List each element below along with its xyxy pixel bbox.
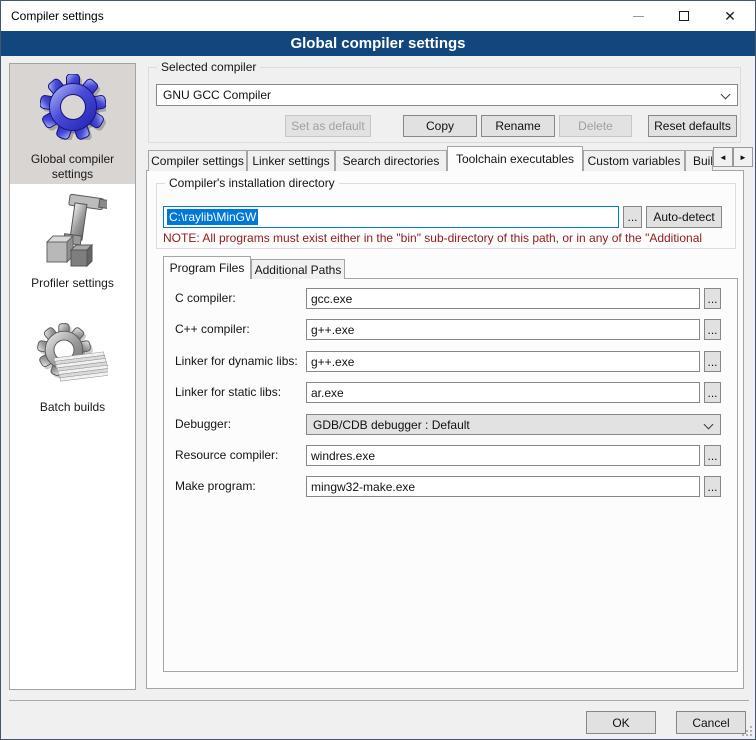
- compiler-select[interactable]: GNU GCC Compiler: [156, 84, 738, 106]
- bin-note-text: NOTE: All programs must exist either in …: [163, 231, 741, 246]
- close-icon: ✕: [724, 8, 736, 25]
- tab-search-directories[interactable]: Search directories: [335, 150, 447, 171]
- copy-button[interactable]: Copy: [403, 115, 477, 137]
- debugger-select[interactable]: GDB/CDB debugger : Default: [306, 414, 721, 435]
- static-linker-browse-button[interactable]: ...: [704, 382, 721, 403]
- installation-directory-group-label: Compiler's installation directory: [165, 177, 339, 190]
- sidebar-item-global-label: Global compiler settings: [10, 152, 135, 184]
- resource-compiler-browse-button[interactable]: ...: [704, 445, 721, 466]
- make-program-browse-button[interactable]: ...: [704, 476, 721, 497]
- sidebar-item-batch-builds[interactable]: Batch builds: [10, 400, 135, 416]
- resource-compiler-label: Resource compiler:: [175, 445, 278, 466]
- cancel-button[interactable]: Cancel: [676, 711, 746, 734]
- chevron-down-icon: [721, 90, 731, 100]
- tab-scroll-left-button[interactable]: ◄: [713, 147, 733, 167]
- resize-grip[interactable]: [742, 726, 752, 736]
- blue-gear-icon[interactable]: [40, 74, 106, 140]
- minimize-button[interactable]: [615, 1, 661, 31]
- cpp-compiler-input[interactable]: [306, 319, 700, 340]
- arrow-left-icon: ◄: [719, 153, 727, 162]
- delete-button[interactable]: Delete: [559, 115, 632, 137]
- browse-directory-button[interactable]: ...: [623, 206, 642, 228]
- tab-linker-settings[interactable]: Linker settings: [247, 150, 335, 171]
- installation-directory-input[interactable]: C:\raylib\MinGW: [163, 206, 619, 228]
- subtab-program-files[interactable]: Program Files: [163, 256, 251, 279]
- footer-divider: [9, 700, 749, 701]
- debugger-label: Debugger:: [175, 414, 231, 435]
- maximize-button[interactable]: [661, 1, 707, 31]
- caliper-blocks-icon[interactable]: [37, 190, 107, 272]
- make-program-label: Make program:: [175, 476, 256, 497]
- tab-toolchain-executables[interactable]: Toolchain executables: [447, 146, 583, 171]
- subtab-additional-paths[interactable]: Additional Paths: [251, 259, 345, 279]
- arrow-right-icon: ►: [739, 153, 747, 162]
- resource-compiler-input[interactable]: [306, 445, 700, 466]
- titlebar: Compiler settings ✕: [1, 1, 755, 31]
- selected-compiler-group-label: Selected compiler: [157, 61, 260, 74]
- cpp-compiler-label: C++ compiler:: [175, 319, 250, 340]
- window-title: Compiler settings: [11, 1, 104, 31]
- tab-build-clipped[interactable]: Build: [685, 150, 713, 171]
- dynamic-linker-label: Linker for dynamic libs:: [175, 351, 298, 372]
- autodetect-button[interactable]: Auto-detect: [646, 206, 722, 228]
- static-linker-label: Linker for static libs:: [175, 382, 281, 403]
- c-compiler-input[interactable]: [306, 288, 700, 309]
- c-compiler-label: C compiler:: [175, 288, 236, 309]
- reset-defaults-button[interactable]: Reset defaults: [648, 115, 737, 137]
- gray-gear-stack-icon[interactable]: [36, 322, 108, 392]
- maximize-icon: [679, 11, 689, 21]
- chevron-down-icon: [704, 420, 714, 430]
- rename-button[interactable]: Rename: [481, 115, 555, 137]
- make-program-input[interactable]: [306, 476, 700, 497]
- c-compiler-browse-button[interactable]: ...: [704, 288, 721, 309]
- settings-category-list: Global compiler settings Profiler settin…: [9, 63, 136, 690]
- installation-directory-value: C:\raylib\MinGW: [167, 209, 258, 225]
- compiler-settings-dialog: Compiler settings ✕ Global compiler sett…: [0, 0, 756, 740]
- tab-compiler-settings[interactable]: Compiler settings: [148, 150, 247, 171]
- compiler-select-value: GNU GCC Compiler: [163, 88, 271, 102]
- set-as-default-button[interactable]: Set as default: [285, 115, 371, 137]
- cpp-compiler-browse-button[interactable]: ...: [704, 319, 721, 340]
- debugger-select-value: GDB/CDB debugger : Default: [313, 418, 470, 432]
- tab-custom-variables[interactable]: Custom variables: [583, 150, 685, 171]
- minimize-icon: [633, 16, 644, 17]
- close-button[interactable]: ✕: [707, 1, 753, 31]
- static-linker-input[interactable]: [306, 382, 700, 403]
- ok-button[interactable]: OK: [586, 711, 656, 734]
- dialog-heading: Global compiler settings: [1, 31, 755, 56]
- tab-scroll-right-button[interactable]: ►: [733, 147, 753, 167]
- sidebar-item-profiler-settings[interactable]: Profiler settings: [10, 276, 135, 292]
- dynamic-linker-input[interactable]: [306, 351, 700, 372]
- dynamic-linker-browse-button[interactable]: ...: [704, 351, 721, 372]
